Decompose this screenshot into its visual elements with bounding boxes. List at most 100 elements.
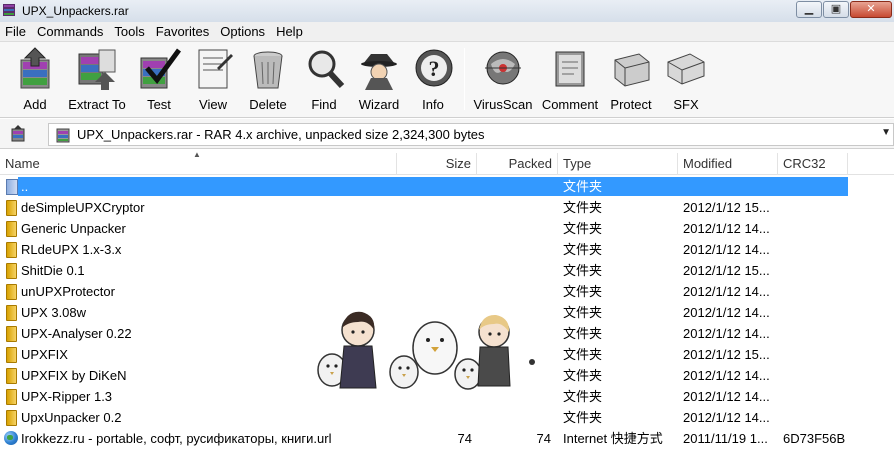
title-bar: UPX_Unpackers.rar ▁ ▣ ✕ — [0, 0, 894, 22]
address-bar: UPX_Unpackers.rar - RAR 4.x archive, unp… — [0, 119, 894, 149]
maximize-button[interactable]: ▣ — [823, 1, 849, 18]
file-type: Internet 快捷方式 — [563, 431, 663, 446]
view-button[interactable]: View — [190, 46, 236, 116]
menu-bar: File Commands Tools Favorites Options He… — [0, 22, 894, 42]
chevron-down-icon[interactable]: ▼ — [881, 127, 891, 138]
protect-button[interactable]: Protect — [606, 46, 656, 116]
delete-button[interactable]: Delete — [244, 46, 292, 116]
view-document-icon — [191, 46, 235, 92]
menu-file[interactable]: File — [0, 24, 32, 39]
column-header-crc32[interactable]: CRC32 — [778, 153, 848, 175]
file-modified: 2012/1/12 14... — [683, 368, 770, 383]
menu-help[interactable]: Help — [271, 24, 309, 39]
delete-label: Delete — [249, 97, 287, 112]
close-button[interactable]: ✕ — [850, 1, 892, 18]
comment-button[interactable]: Comment — [540, 46, 600, 116]
test-checkmark-icon — [137, 46, 182, 92]
file-row-parent[interactable]: .. 文件夹 — [0, 176, 894, 197]
view-label: View — [199, 97, 227, 112]
file-type: 文件夹 — [563, 410, 603, 425]
file-modified: 2012/1/12 14... — [683, 410, 770, 425]
find-button[interactable]: Find — [302, 46, 346, 116]
file-modified: 2012/1/12 15... — [683, 200, 770, 215]
menu-options[interactable]: Options — [215, 24, 271, 39]
file-modified: 2012/1/12 14... — [683, 389, 770, 404]
extract-to-button[interactable]: Extract To — [64, 46, 130, 116]
info-icon: ? — [412, 46, 456, 92]
file-type: 文件夹 — [563, 284, 603, 299]
file-type: 文件夹 — [563, 347, 603, 362]
file-row[interactable]: UpxUnpacker 0.2 文件夹 2012/1/12 14... — [0, 407, 894, 428]
address-text: UPX_Unpackers.rar - RAR 4.x archive, unp… — [77, 127, 485, 142]
file-modified: 2012/1/12 14... — [683, 242, 770, 257]
file-packed: 74 — [536, 431, 551, 446]
comment-book-icon — [548, 46, 592, 92]
file-row[interactable]: RLdeUPX 1.x-3.x 文件夹 2012/1/12 14... — [0, 239, 894, 260]
toolbar: Add Extract To Test View Delete Find Wiz… — [0, 42, 894, 118]
folder-icon — [4, 305, 18, 321]
column-header-packed[interactable]: Packed — [477, 153, 558, 175]
add-button[interactable]: Add — [8, 46, 62, 116]
menu-commands[interactable]: Commands — [32, 24, 109, 39]
wizard-button[interactable]: Wizard — [354, 46, 404, 116]
file-modified: 2012/1/12 15... — [683, 263, 770, 278]
minimize-button[interactable]: ▁ — [796, 1, 822, 18]
test-label: Test — [147, 97, 171, 112]
file-row[interactable]: ShitDie 0.1 文件夹 2012/1/12 15... — [0, 260, 894, 281]
file-name: Generic Unpacker — [21, 221, 126, 236]
file-name: .. — [21, 179, 29, 194]
menu-tools[interactable]: Tools — [109, 24, 150, 39]
file-modified: 2012/1/12 14... — [683, 284, 770, 299]
file-modified: 2011/11/19 1... — [683, 431, 768, 446]
file-modified: 2012/1/12 14... — [683, 221, 770, 236]
file-name: unUPXProtector — [21, 284, 115, 299]
toolbar-separator — [464, 48, 465, 110]
globe-icon — [4, 431, 18, 445]
folder-icon — [4, 347, 18, 363]
file-type: 文件夹 — [563, 179, 603, 194]
file-name: deSimpleUPXCryptor — [21, 200, 145, 215]
menu-favorites[interactable]: Favorites — [151, 24, 215, 39]
address-field[interactable]: UPX_Unpackers.rar - RAR 4.x archive, unp… — [48, 123, 894, 146]
file-row[interactable]: unUPXProtector 文件夹 2012/1/12 14... — [0, 281, 894, 302]
up-one-level-button[interactable] — [8, 125, 28, 143]
virus-scan-icon — [481, 46, 525, 92]
file-name: ShitDie 0.1 — [21, 263, 85, 278]
file-list-header: ▲ Name Size Packed Type Modified CRC32 — [0, 150, 894, 175]
file-type: 文件夹 — [563, 389, 603, 404]
file-modified: 2012/1/12 14... — [683, 305, 770, 320]
file-row[interactable]: deSimpleUPXCryptor 文件夹 2012/1/12 15... — [0, 197, 894, 218]
file-type: 文件夹 — [563, 326, 603, 341]
column-header-name[interactable]: Name — [0, 153, 397, 175]
file-row[interactable]: Generic Unpacker 文件夹 2012/1/12 14... — [0, 218, 894, 239]
comment-label: Comment — [541, 97, 599, 112]
add-archive-icon — [13, 46, 57, 92]
folder-icon — [4, 410, 18, 426]
wizard-label: Wizard — [358, 97, 400, 112]
info-label: Info — [422, 97, 444, 112]
add-label: Add — [23, 97, 47, 112]
folder-icon — [4, 389, 18, 405]
file-row[interactable]: Irokkezz.ru - portable, софт, русификато… — [0, 428, 894, 449]
sfx-button[interactable]: SFX — [664, 46, 708, 116]
info-button[interactable]: ? Info — [412, 46, 454, 116]
extract-to-icon — [75, 46, 119, 92]
folder-icon — [4, 368, 18, 384]
column-header-size[interactable]: Size — [397, 153, 477, 175]
wizard-icon — [357, 46, 401, 92]
test-button[interactable]: Test — [134, 46, 184, 116]
file-type: 文件夹 — [563, 200, 603, 215]
window-title: UPX_Unpackers.rar — [22, 4, 129, 18]
column-header-modified[interactable]: Modified — [678, 153, 778, 175]
svg-text:?: ? — [429, 56, 440, 81]
file-type: 文件夹 — [563, 242, 603, 257]
virusscan-label: VirusScan — [473, 97, 533, 112]
virusscan-button[interactable]: VirusScan — [472, 46, 534, 116]
window-controls: ▁ ▣ ✕ — [796, 1, 892, 18]
sfx-label: SFX — [673, 97, 699, 112]
file-modified: 2012/1/12 15... — [683, 347, 770, 362]
protect-label: Protect — [610, 97, 652, 112]
sfx-box-icon — [664, 46, 708, 92]
column-header-type[interactable]: Type — [558, 153, 678, 175]
file-type: 文件夹 — [563, 368, 603, 383]
